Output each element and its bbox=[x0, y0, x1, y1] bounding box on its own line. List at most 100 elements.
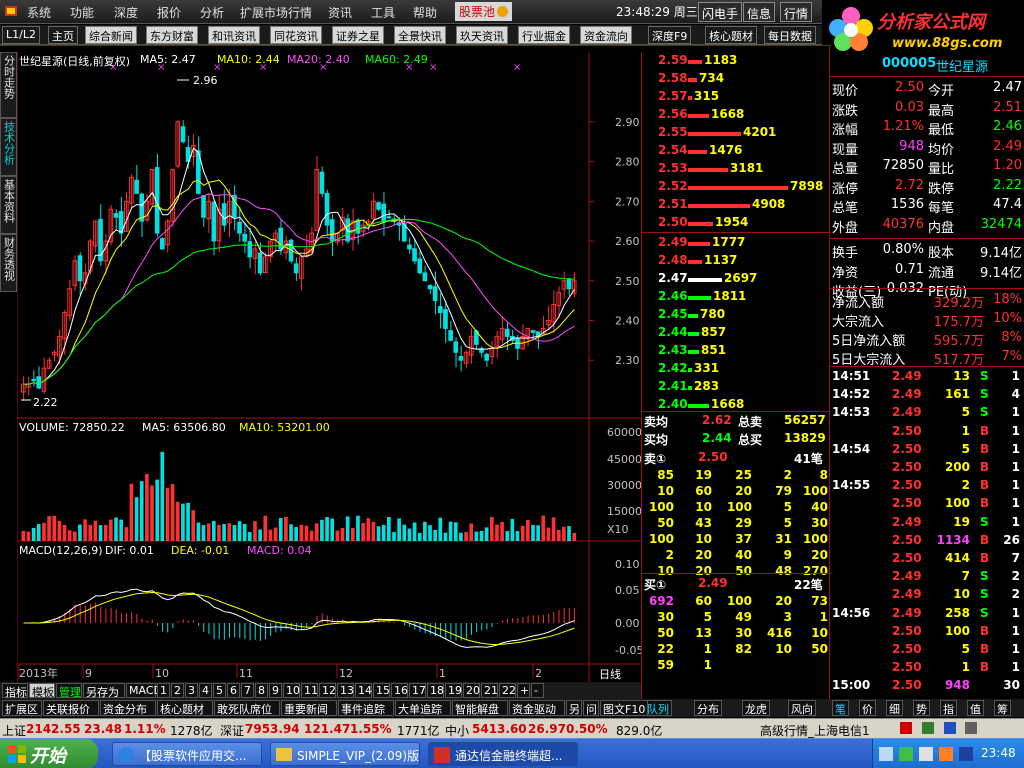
toolbar-item-jiutian[interactable]: 玖天资讯 bbox=[456, 26, 508, 44]
tab-queue[interactable]: 队列 bbox=[644, 700, 672, 716]
buy-level-row[interactable]: 2.42 331 bbox=[642, 361, 830, 379]
tray-volume-icon[interactable] bbox=[919, 747, 933, 761]
market-button[interactable]: 行情 bbox=[780, 2, 813, 22]
indicator-tab[interactable]: 14 bbox=[355, 683, 372, 698]
indicator-tab[interactable]: 10 bbox=[283, 683, 300, 698]
network-icon[interactable] bbox=[921, 722, 934, 734]
tray-ime-icon[interactable] bbox=[959, 747, 973, 761]
menu-news[interactable]: 资讯 bbox=[328, 4, 352, 21]
trade-row[interactable]: 2.49 10 S 2 bbox=[830, 587, 1024, 605]
indicator-tab[interactable]: 3 bbox=[185, 683, 198, 698]
toolbar-item-fund-flow[interactable]: 资金流向 bbox=[580, 26, 632, 44]
main-tab[interactable]: 大单追踪 bbox=[395, 700, 451, 716]
core-topics-button[interactable]: 核心题材 bbox=[705, 26, 757, 44]
sell-level-row[interactable]: 2.52 7898 bbox=[642, 179, 830, 197]
menu-help[interactable]: 帮助 bbox=[413, 4, 437, 21]
indicator-tab[interactable]: 2 bbox=[171, 683, 184, 698]
trade-row[interactable]: 2.50 200 B 1 bbox=[830, 460, 1024, 478]
start-button[interactable]: 开始 bbox=[0, 739, 98, 768]
indicator-tab[interactable]: 20 bbox=[463, 683, 480, 698]
indicator-tab[interactable]: 管理 bbox=[56, 683, 82, 699]
tray-chevron-icon[interactable] bbox=[879, 747, 893, 761]
kline-chart[interactable]: 2.90 2.80 2.70 2.60 2.50 2.40 2.30 60000 45000 30… bbox=[17, 52, 641, 682]
indicator-tab[interactable]: - bbox=[531, 683, 544, 698]
settings-icon[interactable] bbox=[965, 722, 978, 734]
task-folder[interactable]: SIMPLE_VIP_(2.09)版 bbox=[270, 742, 420, 766]
main-tab[interactable]: 敢死队席位 bbox=[214, 700, 280, 716]
menu-system[interactable]: 系统 bbox=[27, 4, 51, 21]
main-tab[interactable]: 事件追踪 bbox=[338, 700, 394, 716]
sell-level-row[interactable]: 2.51 4908 bbox=[642, 197, 830, 215]
menu-depth[interactable]: 深度 bbox=[114, 4, 138, 21]
tab-financials[interactable]: 财务透视 bbox=[0, 234, 17, 292]
indicator-tab[interactable]: + bbox=[517, 683, 530, 698]
buy-level-row[interactable]: 2.40 1668 bbox=[642, 397, 830, 415]
tick-tab[interactable]: 细 bbox=[886, 700, 903, 716]
tick-tab[interactable]: 势 bbox=[913, 700, 930, 716]
indicator-tab[interactable]: 18 bbox=[427, 683, 444, 698]
tick-tab[interactable]: 笔 bbox=[832, 700, 849, 716]
main-tab[interactable]: 资金驱动 bbox=[509, 700, 565, 716]
sell-level-row[interactable]: 2.50 1954 bbox=[642, 215, 830, 233]
trade-row[interactable]: 14:52 2.49 161 S 4 bbox=[830, 387, 1024, 405]
trade-row[interactable]: 2.50 100 B 1 bbox=[830, 624, 1024, 642]
info-button[interactable]: 信息 bbox=[743, 2, 776, 22]
sell-level-row[interactable]: 2.57 315 bbox=[642, 89, 830, 107]
indicator-tab[interactable]: 12 bbox=[319, 683, 336, 698]
toolbar-item-industry[interactable]: 行业掘金 bbox=[518, 26, 570, 44]
buy-level-row[interactable]: 2.41 283 bbox=[642, 379, 830, 397]
trade-row[interactable]: 14:55 2.50 2 B 1 bbox=[830, 478, 1024, 496]
indicator-tab[interactable]: MACD bbox=[126, 683, 162, 698]
trade-row[interactable]: 14:54 2.50 5 B 1 bbox=[830, 442, 1024, 460]
indicator-tab[interactable]: 22 bbox=[499, 683, 516, 698]
tick-tab[interactable]: 筹 bbox=[994, 700, 1011, 716]
indicator-tab[interactable]: 5 bbox=[213, 683, 226, 698]
indicator-tab[interactable]: 21 bbox=[481, 683, 498, 698]
tick-tab[interactable]: 价 bbox=[859, 700, 876, 716]
buy-level-row[interactable]: 2.49 1777 bbox=[642, 235, 830, 253]
alarm-icon[interactable] bbox=[900, 722, 912, 734]
depth-f9-button[interactable]: 深度F9 bbox=[648, 26, 692, 44]
trade-row[interactable]: 2.50 1134 B 26 bbox=[830, 533, 1024, 551]
indicator-tab[interactable]: 11 bbox=[301, 683, 318, 698]
main-tab[interactable]: 图文F10 bbox=[600, 700, 648, 716]
main-tab[interactable]: 扩展区 bbox=[2, 700, 42, 716]
tick-tab[interactable]: 值 bbox=[967, 700, 984, 716]
trade-row[interactable]: 15:00 2.50 948 30 bbox=[830, 678, 1024, 696]
level-switch[interactable]: L1/L2 bbox=[2, 26, 40, 44]
trade-row[interactable]: 2.50 5 B 1 bbox=[830, 642, 1024, 660]
trade-row[interactable]: 2.49 7 S 2 bbox=[830, 569, 1024, 587]
tray-network-icon[interactable] bbox=[899, 747, 913, 761]
indicator-tab[interactable]: 另存为 bbox=[83, 683, 125, 699]
indicator-tab[interactable]: 6 bbox=[227, 683, 240, 698]
buy-level-row[interactable]: 2.46 1811 bbox=[642, 289, 830, 307]
tab-wind[interactable]: 风向 bbox=[788, 700, 816, 716]
menu-quote[interactable]: 报价 bbox=[157, 4, 181, 21]
menu-extended-market[interactable]: 扩展市场行情 bbox=[240, 4, 312, 21]
toolbar-item-hexun[interactable]: 和讯资讯 bbox=[208, 26, 260, 44]
sell-level-row[interactable]: 2.55 4201 bbox=[642, 125, 830, 143]
task-tdx[interactable]: 通达信金融终端超... bbox=[428, 742, 578, 766]
indicator-tab[interactable]: 4 bbox=[199, 683, 212, 698]
buy-level-row[interactable]: 2.45 780 bbox=[642, 307, 830, 325]
toolbar-item-panorama[interactable]: 全景快讯 bbox=[394, 26, 446, 44]
buy-level-row[interactable]: 2.43 851 bbox=[642, 343, 830, 361]
sell-level-row[interactable]: 2.56 1668 bbox=[642, 107, 830, 125]
main-tab[interactable]: 问 bbox=[583, 700, 599, 716]
indicator-tab[interactable]: 16 bbox=[391, 683, 408, 698]
trade-row[interactable]: 2.50 100 B 1 bbox=[830, 496, 1024, 514]
sell-level-row[interactable]: 2.54 1476 bbox=[642, 143, 830, 161]
toolbar-item-general-news[interactable]: 综合新闻 bbox=[85, 26, 137, 44]
buy-level-row[interactable]: 2.48 1137 bbox=[642, 253, 830, 271]
main-tab[interactable]: 资金分布 bbox=[100, 700, 156, 716]
trade-row[interactable]: 14:56 2.49 258 S 1 bbox=[830, 606, 1024, 624]
buy-level-row[interactable]: 2.47 2697 bbox=[642, 271, 830, 289]
tick-tab[interactable]: 指 bbox=[940, 700, 957, 716]
indicator-tab[interactable]: 指标 bbox=[2, 683, 28, 699]
main-tab[interactable]: 关联报价 bbox=[43, 700, 99, 716]
indicator-tab[interactable]: 1 bbox=[157, 683, 170, 698]
home-button[interactable]: 主页 bbox=[48, 26, 78, 44]
indicator-tab[interactable]: 13 bbox=[337, 683, 354, 698]
menu-analysis[interactable]: 分析 bbox=[200, 4, 224, 21]
menu-icon[interactable] bbox=[4, 4, 18, 21]
